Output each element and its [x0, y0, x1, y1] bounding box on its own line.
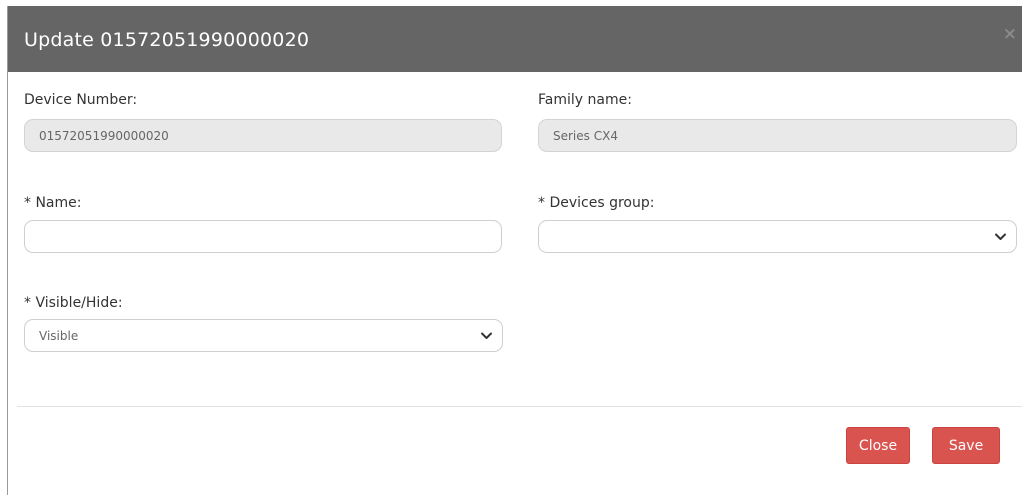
- name-label: * Name:: [24, 195, 82, 211]
- visible-hide-selected: Visible: [39, 328, 79, 343]
- footer-divider: [17, 406, 1022, 407]
- family-name-value: Series CX4: [553, 128, 618, 143]
- device-number-field: 01572051990000020: [24, 119, 502, 152]
- family-name-label: Family name:: [538, 92, 632, 108]
- modal-title: Update 01572051990000020: [24, 29, 310, 51]
- devices-group-label: * Devices group:: [538, 195, 655, 211]
- close-icon[interactable]: ×: [1003, 24, 1017, 44]
- save-button[interactable]: Save: [932, 427, 1000, 464]
- update-device-modal: Update 01572051990000020 × Device Number…: [7, 6, 1022, 495]
- chevron-down-icon: [481, 332, 492, 339]
- chevron-down-icon: [995, 233, 1006, 240]
- close-button[interactable]: Close: [846, 427, 910, 464]
- modal-header: Update 01572051990000020 ×: [8, 6, 1022, 72]
- visible-hide-select[interactable]: Visible: [24, 319, 503, 352]
- family-name-field: Series CX4: [538, 119, 1017, 152]
- name-input[interactable]: [24, 220, 502, 253]
- visible-hide-label: * Visible/Hide:: [24, 295, 123, 311]
- device-number-label: Device Number:: [24, 92, 138, 108]
- devices-group-select[interactable]: [538, 220, 1017, 253]
- device-number-value: 01572051990000020: [39, 128, 169, 143]
